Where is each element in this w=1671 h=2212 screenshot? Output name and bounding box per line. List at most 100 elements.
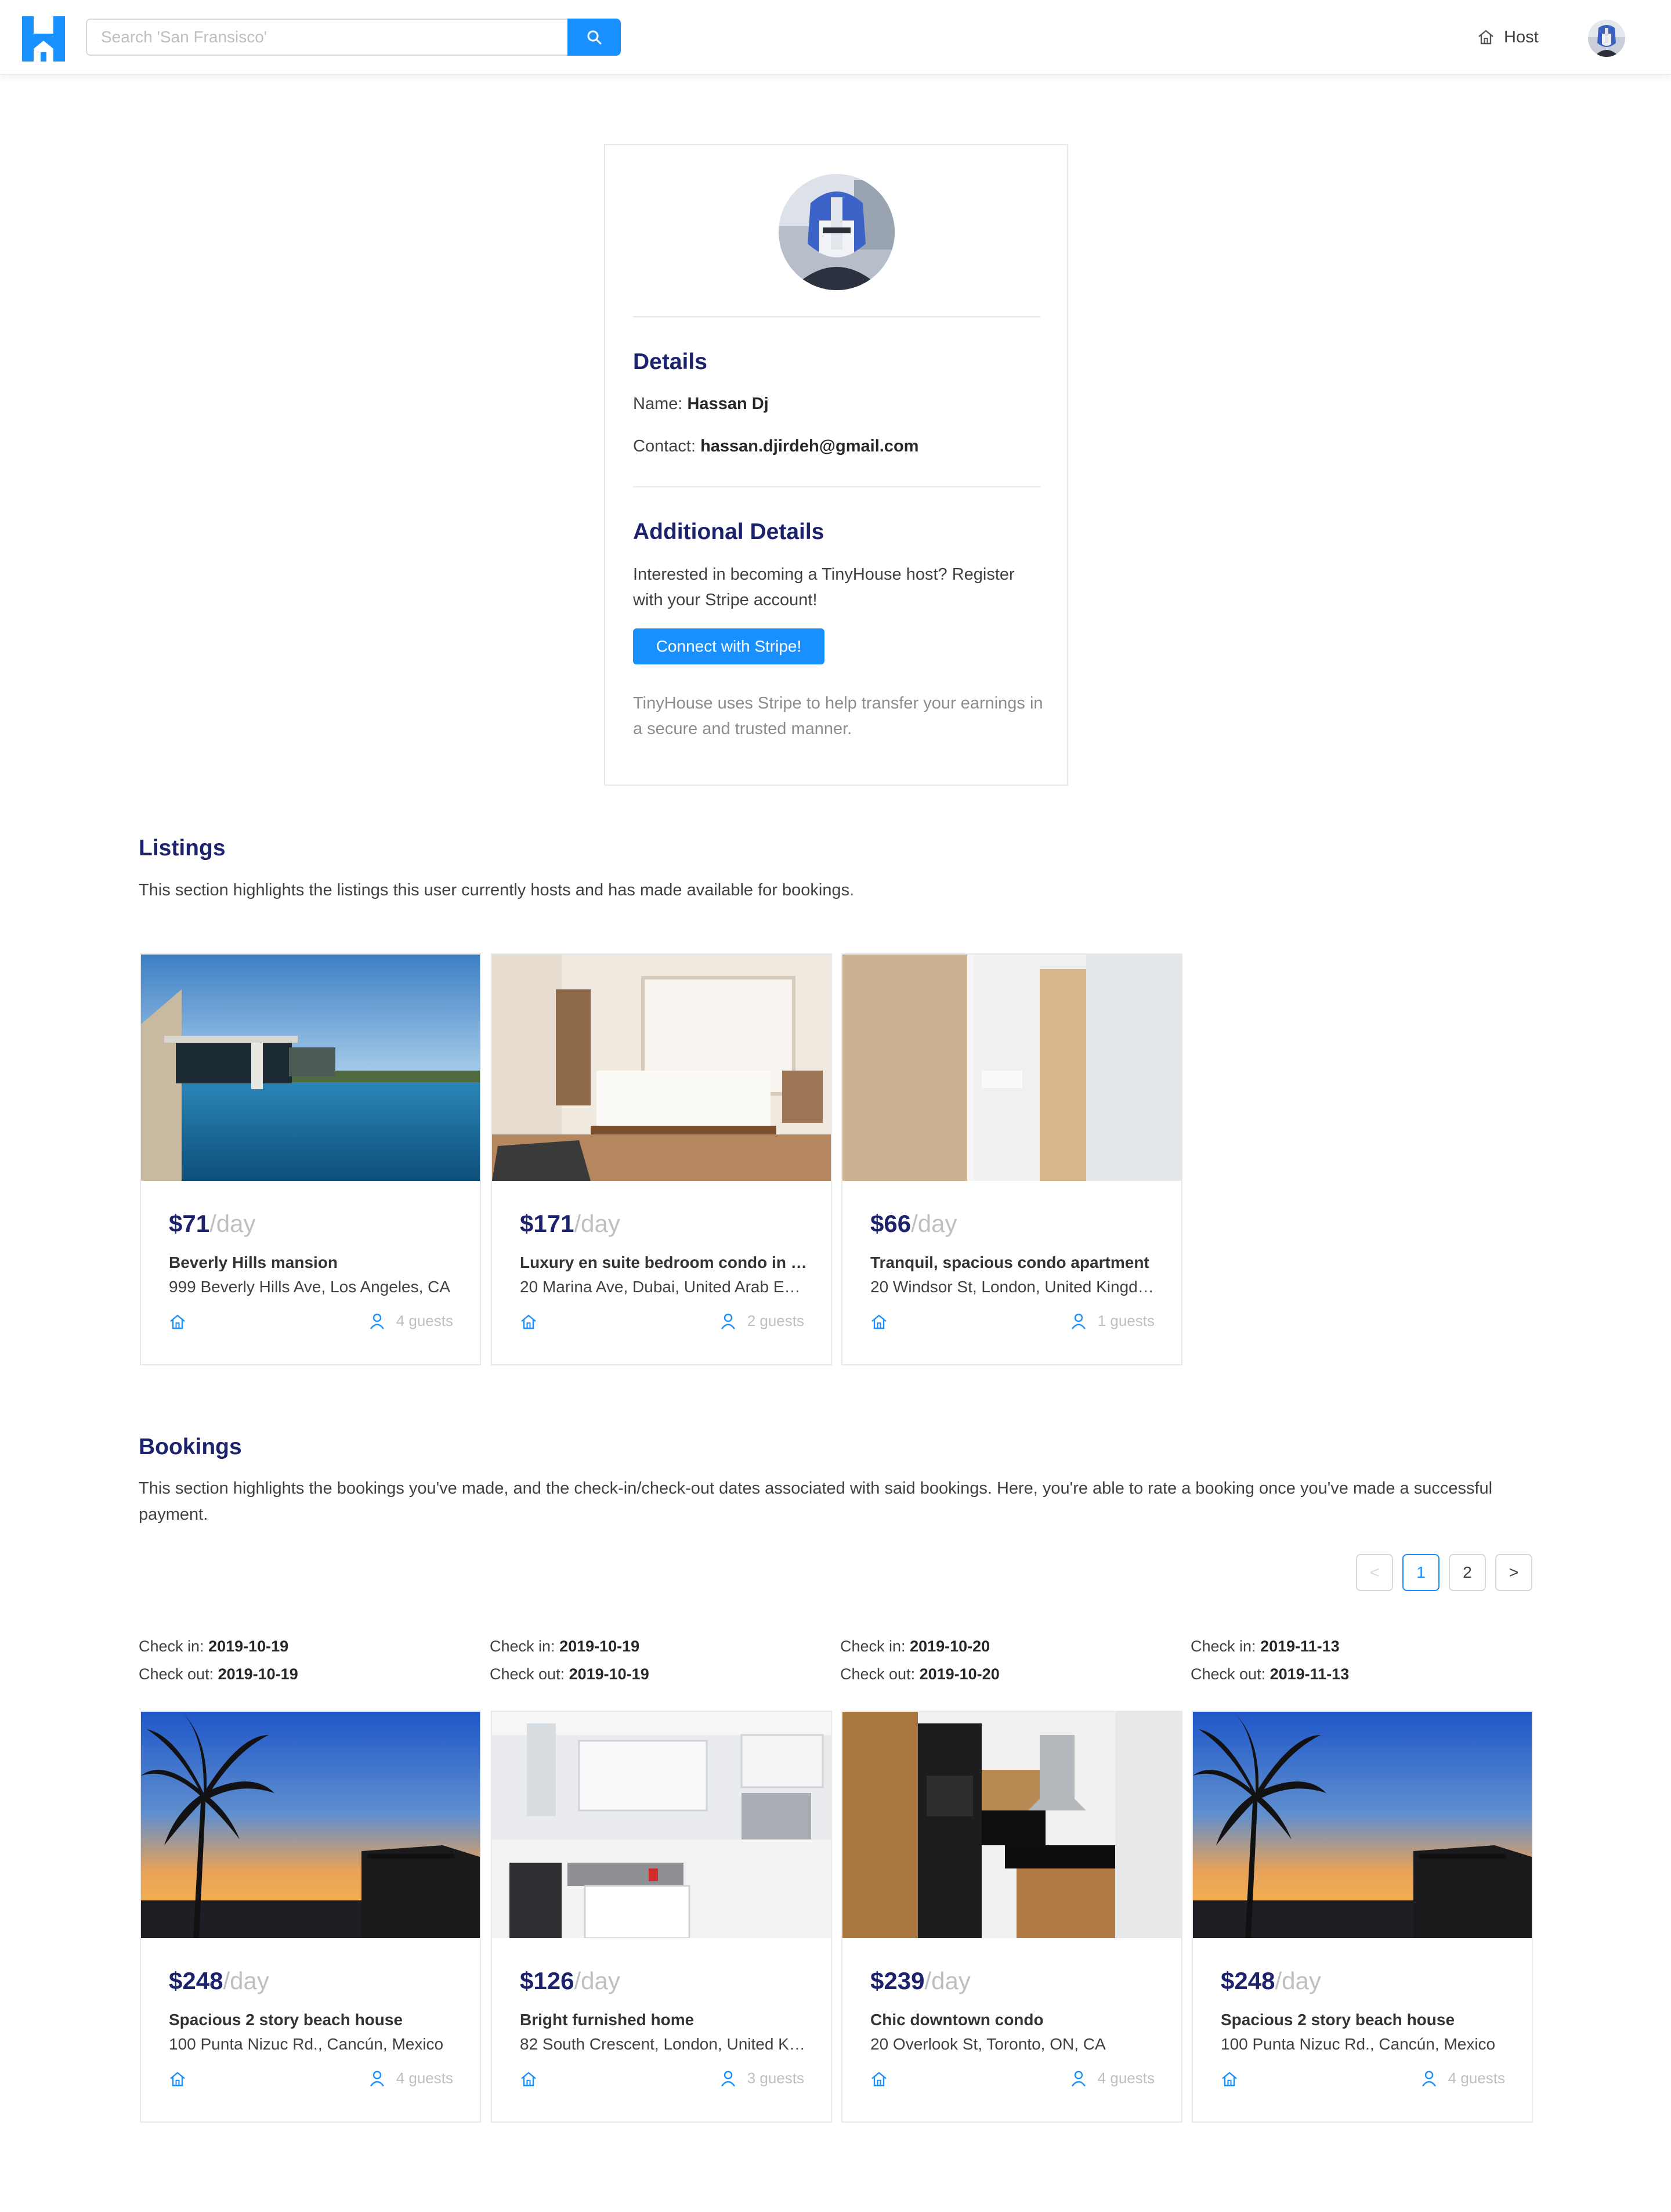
connect-stripe-button[interactable]: Connect with Stripe! [633, 628, 824, 664]
check-out-date: 2019-10-19 [569, 1665, 649, 1683]
listing-title: Beverly Hills mansion [169, 1253, 338, 1271]
listing-card[interactable]: $66/day Tranquil, spacious condo apartme… [841, 953, 1182, 1365]
pagination-next-button[interactable]: > [1495, 1554, 1532, 1591]
booking-address: 100 Punta Nizuc Rd., Cancún, Mexico [1221, 2035, 1496, 2053]
name-line: Name: Hassan Dj [633, 395, 769, 414]
bookings-description: This section highlights the bookings you… [139, 1479, 1493, 1524]
listing-card[interactable]: $171/day Luxury en suite bedroom condo i… [491, 953, 832, 1365]
check-in-date: 2019-10-19 [208, 1638, 289, 1655]
booking-title: Chic downtown condo [870, 2011, 1044, 2029]
price-amount: $239 [870, 1967, 925, 1994]
price-unit: /day [924, 1967, 971, 1994]
check-out-line: Check out: 2019-11-13 [1191, 1665, 1349, 1683]
check-out-date: 2019-10-19 [218, 1665, 298, 1683]
booking-address: 100 Punta Nizuc Rd., Cancún, Mexico [169, 2035, 444, 2053]
home-icon [1222, 2072, 1237, 2087]
guests: 4 guests [370, 2069, 453, 2087]
price-amount: $248 [169, 1967, 223, 1994]
check-in-line: Check in: 2019-11-13 [1191, 1638, 1340, 1656]
contact-value: hassan.djirdeh@gmail.com [700, 437, 919, 456]
price: $239/day [870, 1967, 971, 1995]
user-icon [370, 2070, 384, 2087]
booking-title: Spacious 2 story beach house [1221, 2011, 1455, 2029]
price-unit: /day [911, 1210, 957, 1237]
contact-label: Contact: [633, 437, 696, 456]
user-icon [1071, 2070, 1086, 2087]
listing-card[interactable]: $71/day Beverly Hills mansion 999 Beverl… [140, 953, 481, 1365]
price: $248/day [169, 1967, 269, 1995]
pagination-prev-button[interactable]: < [1356, 1554, 1393, 1591]
check-in-line: Check in: 2019-10-20 [840, 1638, 990, 1656]
booking-card[interactable]: $248/day Spacious 2 story beach house 10… [1192, 1711, 1533, 2123]
check-in-date: 2019-10-19 [559, 1638, 640, 1655]
price-unit: /day [574, 1210, 620, 1237]
name-label: Name: [633, 395, 683, 413]
user-icon [1422, 2070, 1436, 2087]
price: $126/day [520, 1967, 620, 1995]
profile-card: Details Name: Hassan Dj Contact: hassan.… [604, 144, 1068, 786]
check-out-label: Check out: [490, 1665, 565, 1683]
price: $171/day [520, 1210, 620, 1238]
guests-count: 4 guests [396, 2069, 453, 2087]
booking-image [1193, 1712, 1532, 1938]
check-in-label: Check in: [139, 1638, 204, 1655]
check-in-label: Check in: [840, 1638, 906, 1655]
profile-avatar [779, 174, 895, 290]
home-icon [170, 1314, 185, 1329]
home-icon [871, 1314, 887, 1329]
check-in-line: Check in: 2019-10-19 [490, 1638, 639, 1656]
guests-count: 4 guests [1448, 2069, 1505, 2087]
check-out-line: Check out: 2019-10-20 [840, 1665, 1000, 1683]
listings-description: This section highlights the listings thi… [139, 881, 855, 899]
guests-count: 2 guests [747, 1312, 804, 1329]
listings-title: Listings [139, 836, 226, 861]
pagination-page-2[interactable]: 2 [1449, 1554, 1486, 1591]
booking-card[interactable]: $239/day Chic downtown condo 20 Overlook… [841, 1711, 1182, 2123]
price-amount: $171 [520, 1210, 574, 1237]
booking-card[interactable]: $248/day Spacious 2 story beach house 10… [140, 1711, 481, 2123]
price-amount: $248 [1221, 1967, 1275, 1994]
guests: 2 guests [721, 1312, 804, 1330]
search-input[interactable] [86, 19, 567, 56]
listing-address: 999 Beverly Hills Ave, Los Angeles, CA [169, 1278, 451, 1296]
check-out-label: Check out: [840, 1665, 916, 1683]
booking-card[interactable]: $126/day Bright furnished home 82 South … [491, 1711, 832, 2123]
price: $248/day [1221, 1967, 1321, 1995]
check-in-date: 2019-11-13 [1260, 1638, 1340, 1655]
guests: 4 guests [1071, 2069, 1155, 2087]
price-amount: $66 [870, 1210, 912, 1237]
app-header: Host [0, 0, 1671, 75]
check-out-line: Check out: 2019-10-19 [490, 1665, 649, 1683]
home-icon [871, 2072, 887, 2087]
user-avatar[interactable] [1588, 20, 1625, 57]
pagination-page-1[interactable]: 1 [1402, 1554, 1439, 1591]
listing-image [842, 955, 1181, 1181]
price-unit: /day [209, 1210, 256, 1237]
price-unit: /day [223, 1967, 269, 1994]
check-out-label: Check out: [139, 1665, 214, 1683]
price-amount: $126 [520, 1967, 574, 1994]
booking-image [842, 1712, 1181, 1938]
search-bar [86, 19, 621, 56]
user-icon [1071, 1313, 1086, 1329]
stripe-note: TinyHouse uses Stripe to help transfer y… [633, 694, 1043, 738]
booking-title: Spacious 2 story beach house [169, 2011, 403, 2029]
listing-image [492, 955, 831, 1181]
booking-address: 82 South Crescent, London, United Kingdo… [520, 2035, 807, 2053]
host-link[interactable]: Host [1477, 26, 1539, 49]
divider [633, 316, 1040, 317]
name-value: Hassan Dj [687, 395, 769, 413]
booking-title: Bright furnished home [520, 2011, 695, 2029]
user-icon [721, 1313, 735, 1329]
tinyhouse-logo-icon[interactable] [22, 16, 65, 62]
check-out-date: 2019-10-20 [919, 1665, 1000, 1683]
check-in-line: Check in: 2019-10-19 [139, 1638, 288, 1656]
user-icon [370, 1313, 384, 1329]
guests: 4 guests [1422, 2069, 1505, 2087]
search-button[interactable] [567, 19, 621, 56]
guests: 3 guests [721, 2069, 804, 2087]
contact-line: Contact: hassan.djirdeh@gmail.com [633, 437, 918, 456]
host-label: Host [1504, 27, 1539, 46]
check-out-line: Check out: 2019-10-19 [139, 1665, 298, 1683]
booking-address: 20 Overlook St, Toronto, ON, CA [870, 2035, 1106, 2053]
